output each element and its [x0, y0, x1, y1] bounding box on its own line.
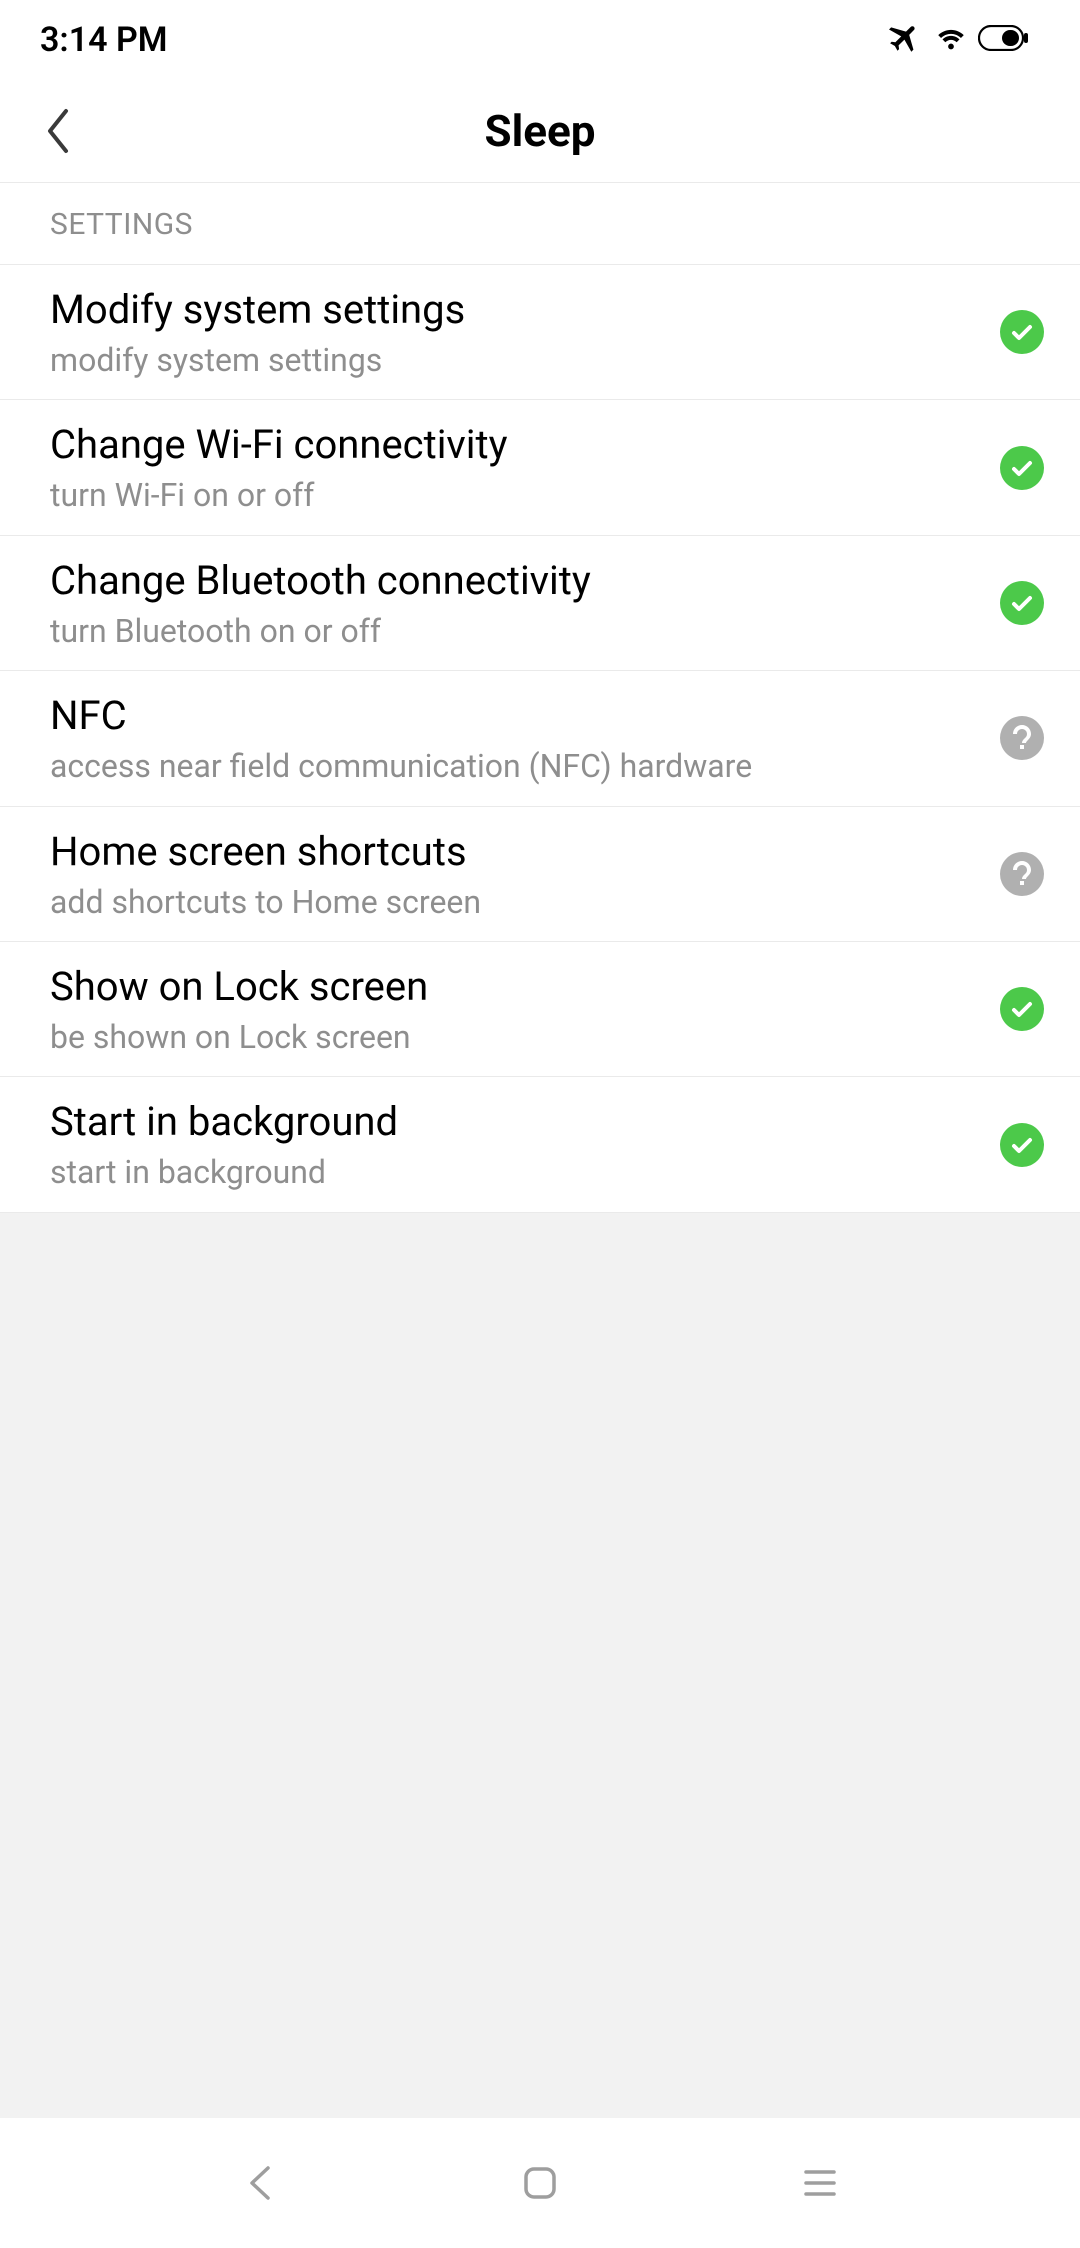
permission-texts: Change Wi-Fi connectivity turn Wi-Fi on o… [50, 420, 980, 514]
permission-subtitle: turn Bluetooth on or off [50, 612, 980, 650]
permission-title: Change Wi-Fi connectivity [50, 420, 980, 470]
permission-row[interactable]: Change Wi-Fi connectivity turn Wi-Fi on o… [0, 400, 1080, 535]
status-ask-icon [1000, 852, 1044, 896]
status-allow-icon [1000, 987, 1044, 1031]
nav-back-button[interactable] [230, 2153, 290, 2213]
permission-row[interactable]: Start in background start in background [0, 1077, 1080, 1212]
permission-row[interactable]: Show on Lock screen be shown on Lock scre… [0, 942, 1080, 1077]
status-allow-icon [1000, 446, 1044, 490]
permission-title: Home screen shortcuts [50, 827, 980, 877]
nav-recents-button[interactable] [790, 2153, 850, 2213]
content-area: SETTINGS Modify system settings modify sy… [0, 183, 1080, 1213]
permission-row[interactable]: Modify system settings modify system sett… [0, 265, 1080, 400]
airplane-mode-icon [888, 20, 924, 60]
permission-texts: Show on Lock screen be shown on Lock scre… [50, 962, 980, 1056]
permission-title: Modify system settings [50, 285, 980, 335]
permission-subtitle: add shortcuts to Home screen [50, 883, 980, 921]
permission-row[interactable]: Change Bluetooth connectivity turn Blueto… [0, 536, 1080, 671]
status-allow-icon [1000, 1123, 1044, 1167]
permission-row[interactable]: Home screen shortcuts add shortcuts to Ho… [0, 807, 1080, 942]
permission-subtitle: be shown on Lock screen [50, 1018, 980, 1056]
permission-row[interactable]: NFC access near field communication (NFC)… [0, 671, 1080, 806]
status-allow-icon [1000, 581, 1044, 625]
app-header: Sleep [0, 80, 1080, 183]
status-ask-icon [1000, 716, 1044, 760]
status-time: 3:14 PM [40, 20, 168, 60]
permission-texts: Start in background start in background [50, 1097, 980, 1191]
permission-title: NFC [50, 691, 980, 741]
page-title: Sleep [0, 105, 1080, 157]
system-nav-bar [0, 2118, 1080, 2248]
wifi-icon [934, 21, 968, 59]
status-bar: 3:14 PM [0, 0, 1080, 80]
section-header: SETTINGS [0, 183, 1080, 265]
permission-texts: Change Bluetooth connectivity turn Blueto… [50, 556, 980, 650]
permission-title: Show on Lock screen [50, 962, 980, 1012]
permission-subtitle: modify system settings [50, 341, 980, 379]
nav-home-button[interactable] [510, 2153, 570, 2213]
permission-texts: Home screen shortcuts add shortcuts to Ho… [50, 827, 980, 921]
permission-subtitle: turn Wi-Fi on or off [50, 476, 980, 514]
permission-subtitle: start in background [50, 1153, 980, 1191]
permission-subtitle: access near field communication (NFC) ha… [50, 747, 980, 785]
permission-texts: NFC access near field communication (NFC)… [50, 691, 980, 785]
status-allow-icon [1000, 310, 1044, 354]
battery-icon [978, 25, 1030, 55]
status-icons [888, 20, 1030, 60]
permission-title: Start in background [50, 1097, 980, 1147]
permission-texts: Modify system settings modify system sett… [50, 285, 980, 379]
permissions-list: Modify system settings modify system sett… [0, 265, 1080, 1213]
back-button[interactable] [44, 107, 74, 155]
permission-title: Change Bluetooth connectivity [50, 556, 980, 606]
